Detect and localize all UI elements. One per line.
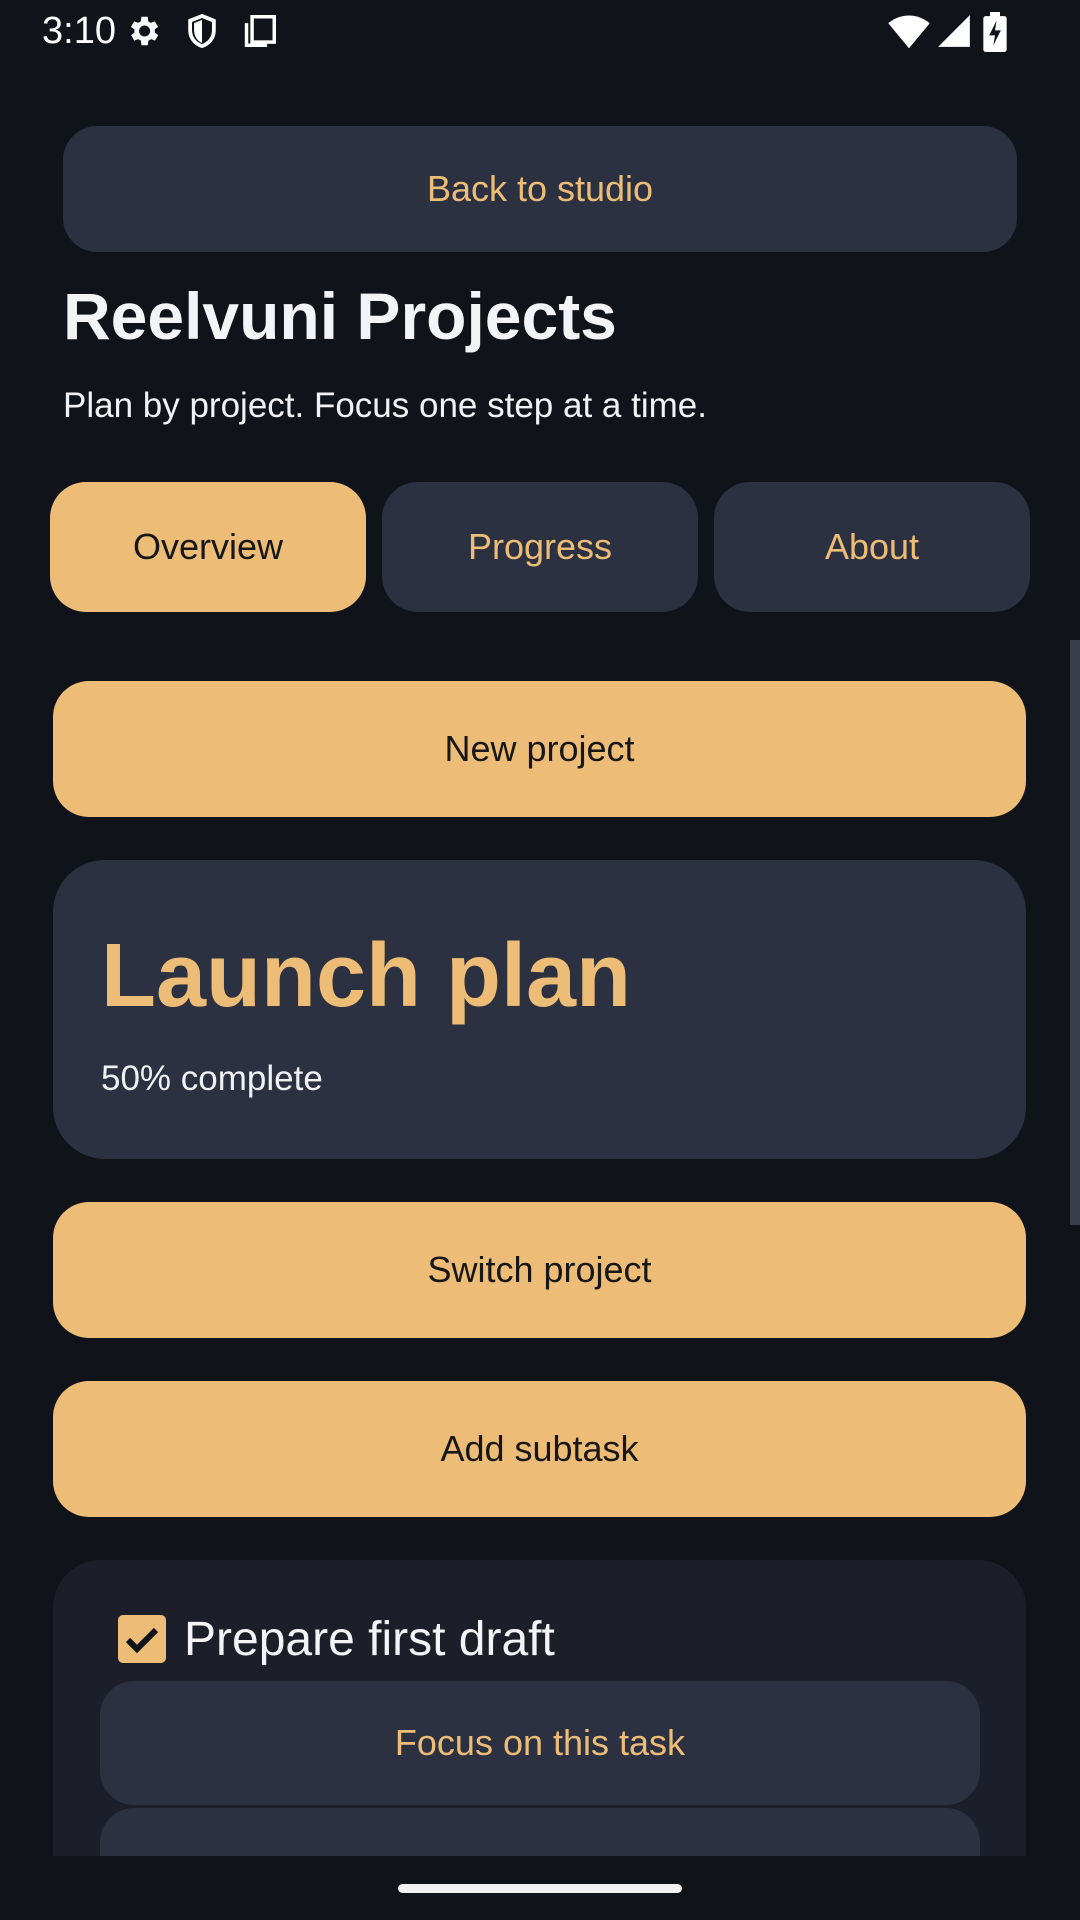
task-label: Prepare first draft bbox=[184, 1613, 555, 1666]
tab-progress[interactable]: Progress bbox=[382, 482, 698, 612]
add-subtask-button[interactable]: Add subtask bbox=[53, 1381, 1026, 1517]
gear-icon bbox=[124, 12, 162, 55]
task-action-button[interactable] bbox=[100, 1808, 980, 1860]
page-title: Reelvuni Projects bbox=[63, 279, 617, 353]
wifi-icon bbox=[888, 12, 930, 55]
status-time: 3:10 bbox=[42, 10, 116, 52]
battery-charging-icon bbox=[982, 12, 1008, 57]
switch-project-button[interactable]: Switch project bbox=[53, 1202, 1026, 1338]
status-bar: 3:10 bbox=[0, 0, 1080, 62]
page-subtitle: Plan by project. Focus one step at a tim… bbox=[63, 386, 707, 425]
tab-overview[interactable]: Overview bbox=[50, 482, 366, 612]
task-list-panel: Prepare first draft Focus on this task bbox=[53, 1560, 1026, 1860]
back-to-studio-button[interactable]: Back to studio bbox=[63, 126, 1017, 252]
project-name: Launch plan bbox=[101, 926, 632, 1026]
checkmark-icon bbox=[125, 1627, 159, 1654]
project-card: Launch plan 50% complete bbox=[53, 860, 1026, 1159]
copy-icon bbox=[241, 12, 279, 55]
project-progress-text: 50% complete bbox=[101, 1059, 323, 1098]
task-checkbox[interactable] bbox=[118, 1615, 166, 1663]
cell-signal-icon bbox=[935, 12, 973, 55]
tab-about[interactable]: About bbox=[714, 482, 1030, 612]
shield-icon bbox=[183, 12, 221, 55]
scrollbar[interactable] bbox=[1070, 640, 1080, 1225]
focus-on-task-button[interactable]: Focus on this task bbox=[100, 1681, 980, 1805]
home-indicator[interactable] bbox=[398, 1884, 682, 1893]
new-project-button[interactable]: New project bbox=[53, 681, 1026, 817]
